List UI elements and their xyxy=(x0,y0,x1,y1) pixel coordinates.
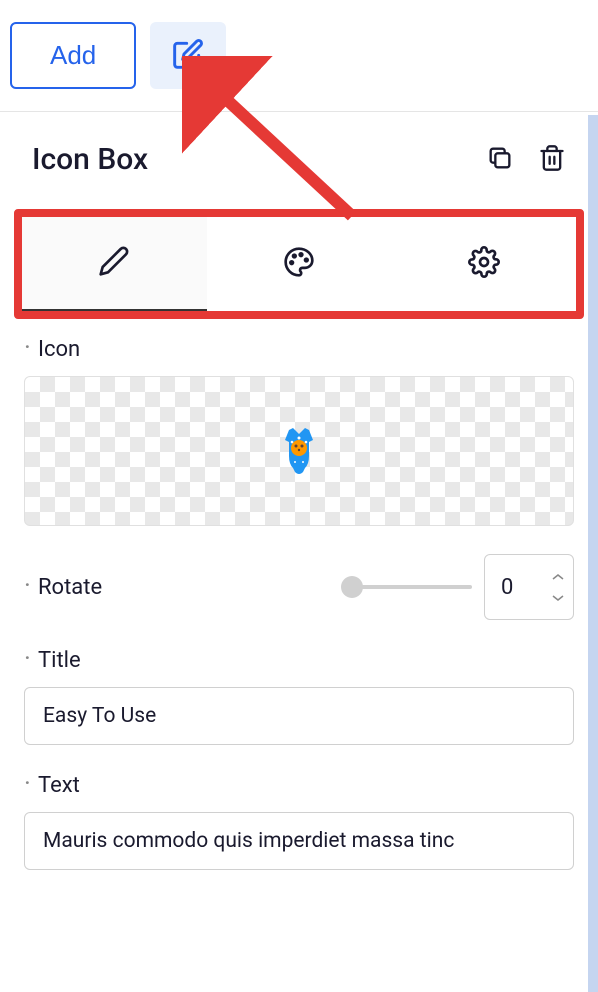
duplicate-icon xyxy=(486,144,514,176)
edit-button[interactable] xyxy=(150,22,226,89)
delete-button[interactable] xyxy=(538,144,566,176)
scrollbar[interactable] xyxy=(588,115,598,992)
title-label: Title xyxy=(24,648,574,673)
palette-icon xyxy=(283,246,315,282)
field-icon: Icon xyxy=(24,337,574,526)
text-label: Text xyxy=(24,773,574,798)
tabs-highlight xyxy=(14,209,584,319)
title-input[interactable] xyxy=(24,687,574,745)
trash-icon xyxy=(538,144,566,176)
rotate-value: 0 xyxy=(501,575,531,600)
edit-icon xyxy=(172,38,204,73)
field-rotate: Rotate 0 xyxy=(24,554,574,620)
number-stepper xyxy=(551,567,565,607)
pencil-icon xyxy=(98,245,130,281)
chevron-down-icon[interactable] xyxy=(551,588,565,607)
duplicate-button[interactable] xyxy=(486,144,514,176)
icon-preview[interactable] xyxy=(24,376,574,526)
rotate-number-input[interactable]: 0 xyxy=(484,554,574,620)
gear-icon xyxy=(468,246,500,282)
icon-label: Icon xyxy=(24,337,574,362)
slider-handle[interactable] xyxy=(341,576,363,598)
field-text: Text xyxy=(24,773,574,870)
fields-container: Icon xyxy=(0,337,598,870)
tab-style[interactable] xyxy=(207,217,392,311)
baby-onesie-icon xyxy=(277,426,321,476)
field-title: Title xyxy=(24,648,574,745)
tab-content[interactable] xyxy=(22,217,207,311)
rotate-slider[interactable] xyxy=(352,585,472,589)
add-button[interactable]: Add xyxy=(10,22,136,89)
top-bar: Add xyxy=(0,0,598,112)
rotate-controls: 0 xyxy=(352,554,574,620)
panel-title: Icon Box xyxy=(32,142,148,177)
properties-panel: Icon Box xyxy=(0,112,598,870)
tab-advanced[interactable] xyxy=(391,217,576,311)
chevron-up-icon[interactable] xyxy=(551,567,565,586)
rotate-label: Rotate xyxy=(24,575,102,600)
panel-actions xyxy=(486,144,566,176)
text-input[interactable] xyxy=(24,812,574,870)
panel-header: Icon Box xyxy=(0,112,598,197)
